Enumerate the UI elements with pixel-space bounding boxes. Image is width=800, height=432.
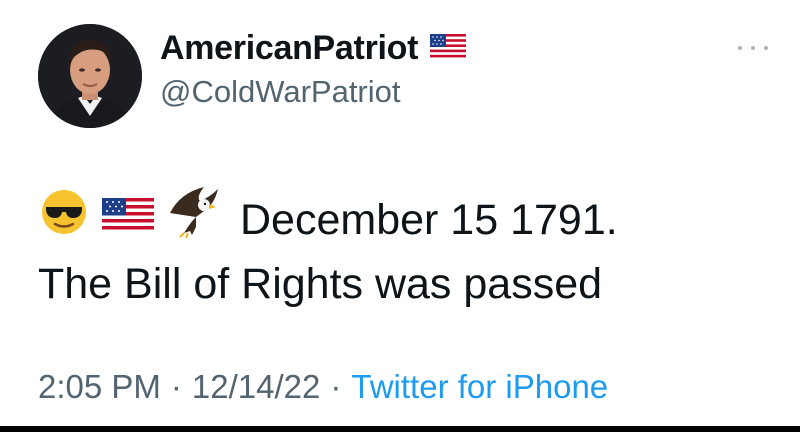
- meta-separator: ·: [330, 368, 342, 405]
- us-flag-icon: [100, 188, 156, 252]
- tweet-body: December 15 1791. The Bill of Rights was…: [38, 185, 778, 316]
- tweet-source-link[interactable]: Twitter for iPhone: [351, 368, 608, 406]
- author-info: AmericanPatriot @ColdWarPatriot: [160, 28, 467, 110]
- tweet-line-1: December 15 1791.: [38, 185, 778, 255]
- more-options-icon[interactable]: [738, 42, 768, 54]
- avatar[interactable]: [38, 24, 142, 128]
- tweet-time[interactable]: 2:05 PM: [38, 368, 161, 406]
- tweet-text-line-2: The Bill of Rights was passed: [38, 260, 603, 308]
- tweet-date[interactable]: 12/14/22: [192, 368, 320, 406]
- tweet-text-line-1: December 15 1791.: [240, 196, 618, 244]
- display-name-row: AmericanPatriot: [160, 28, 467, 68]
- tweet-header: AmericanPatriot @ColdWarPatriot: [38, 18, 778, 128]
- bottom-divider: [0, 426, 800, 432]
- avatar-portrait-icon: [38, 24, 142, 128]
- meta-separator: ·: [170, 368, 182, 405]
- sunglasses-face-icon: [38, 185, 90, 255]
- us-flag-icon: [430, 33, 467, 63]
- tweet-meta: 2:05 PM · 12/14/22 · Twitter for iPhone: [38, 368, 608, 406]
- tweet-card: AmericanPatriot @ColdWarPatriot December…: [0, 0, 800, 432]
- eagle-icon: [166, 183, 222, 257]
- display-name[interactable]: AmericanPatriot: [160, 29, 418, 68]
- user-handle[interactable]: @ColdWarPatriot: [160, 74, 466, 110]
